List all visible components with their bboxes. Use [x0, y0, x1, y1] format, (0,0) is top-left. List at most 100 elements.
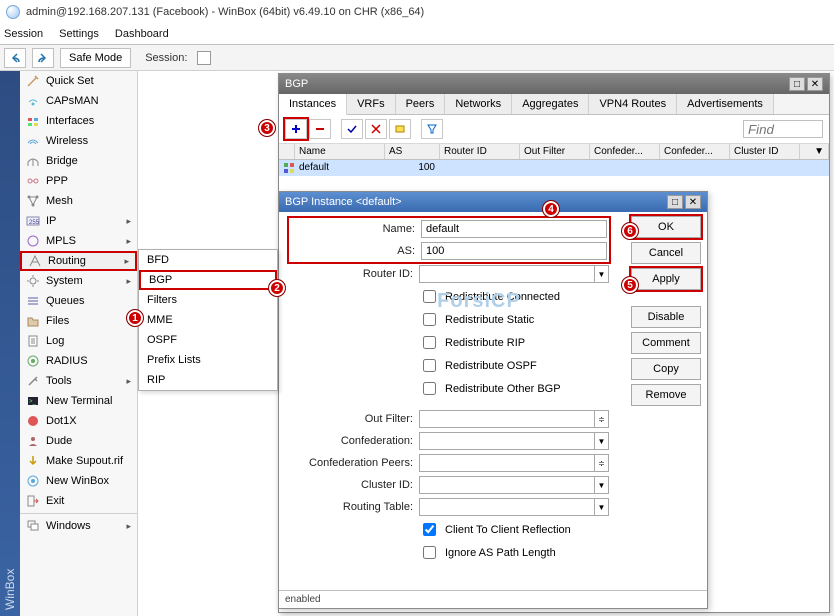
- menu-settings[interactable]: Settings: [59, 28, 99, 40]
- menu-dashboard[interactable]: Dashboard: [115, 28, 169, 40]
- sidebar-item-mesh[interactable]: Mesh: [20, 191, 137, 211]
- col-confed1[interactable]: Confeder...: [590, 144, 660, 159]
- undo-button[interactable]: [4, 48, 26, 68]
- minimize-button[interactable]: □: [667, 195, 683, 209]
- sidebar-item-wireless[interactable]: Wireless: [20, 131, 137, 151]
- tab-advertisements[interactable]: Advertisements: [677, 94, 774, 114]
- sidebar-item-terminal[interactable]: >_New Terminal: [20, 391, 137, 411]
- redist-connected-check[interactable]: [423, 290, 436, 303]
- submenu-rip[interactable]: RIP: [139, 370, 277, 390]
- col-as[interactable]: AS: [385, 144, 440, 159]
- confed-input[interactable]: [419, 432, 595, 450]
- submenu-prefixlists[interactable]: Prefix Lists: [139, 350, 277, 370]
- filter-button[interactable]: [421, 119, 443, 139]
- redist-rip-check[interactable]: [423, 336, 436, 349]
- sidebar-item-files[interactable]: Files: [20, 311, 137, 331]
- redist-other-check[interactable]: [423, 382, 436, 395]
- sidebar-item-mpls[interactable]: MPLS▸: [20, 231, 137, 251]
- menu-session[interactable]: Session: [4, 28, 43, 40]
- redo-button[interactable]: [32, 48, 54, 68]
- sidebar-item-dot1x[interactable]: Dot1X: [20, 411, 137, 431]
- grid-header: Name AS Router ID Out Filter Confeder...…: [279, 144, 829, 160]
- sidebar-item-routing[interactable]: Routing▸: [20, 251, 137, 271]
- sidebar-item-quickset[interactable]: Quick Set: [20, 71, 137, 91]
- disable-button[interactable]: Disable: [631, 306, 701, 328]
- apply-button[interactable]: Apply: [631, 268, 701, 290]
- redist-static-check[interactable]: [423, 313, 436, 326]
- submenu-bgp[interactable]: BGP: [139, 270, 277, 290]
- comment-button[interactable]: Comment: [631, 332, 701, 354]
- tab-vpn4[interactable]: VPN4 Routes: [589, 94, 677, 114]
- ignore-asp-check[interactable]: [423, 546, 436, 559]
- confedpeers-input[interactable]: [419, 454, 595, 472]
- sidebar-item-log[interactable]: Log: [20, 331, 137, 351]
- close-button[interactable]: ✕: [685, 195, 701, 209]
- ok-button[interactable]: OK: [631, 216, 701, 238]
- copy-button[interactable]: Copy: [631, 358, 701, 380]
- as-input[interactable]: [421, 242, 607, 260]
- app-icon: [6, 5, 20, 19]
- sidebar-item-interfaces[interactable]: Interfaces: [20, 111, 137, 131]
- submenu-bfd[interactable]: BFD: [139, 250, 277, 270]
- tab-networks[interactable]: Networks: [445, 94, 512, 114]
- enable-button[interactable]: [341, 119, 363, 139]
- submenu-mme[interactable]: MME: [139, 310, 277, 330]
- dropdown-icon[interactable]: ▼: [595, 432, 609, 450]
- submenu-filters[interactable]: Filters: [139, 290, 277, 310]
- sidebar-item-tools[interactable]: Tools▸: [20, 371, 137, 391]
- outfilter-input[interactable]: [419, 410, 595, 428]
- dropdown-icon[interactable]: ▼: [595, 476, 609, 494]
- annotation-6: 6: [621, 222, 639, 240]
- minimize-button[interactable]: □: [789, 77, 805, 91]
- sidebar-item-bridge[interactable]: Bridge: [20, 151, 137, 171]
- disable-button[interactable]: [365, 119, 387, 139]
- svg-text:255: 255: [29, 220, 40, 226]
- safe-mode-button[interactable]: Safe Mode: [60, 48, 131, 68]
- sidebar-item-radius[interactable]: RADIUS: [20, 351, 137, 371]
- col-outfilter[interactable]: Out Filter: [520, 144, 590, 159]
- dot1x-icon: [26, 414, 40, 428]
- sidebar-item-ppp[interactable]: PPP: [20, 171, 137, 191]
- sidebar-item-dude[interactable]: Dude: [20, 431, 137, 451]
- cancel-button[interactable]: Cancel: [631, 242, 701, 264]
- sidebar-item-system[interactable]: System▸: [20, 271, 137, 291]
- dropdown-icon[interactable]: ≑: [595, 410, 609, 428]
- sidebar-item-capsman[interactable]: CAPsMAN: [20, 91, 137, 111]
- dropdown-icon[interactable]: ≑: [595, 454, 609, 472]
- sidebar-item-queues[interactable]: Queues: [20, 291, 137, 311]
- dropdown-icon[interactable]: ▼: [595, 498, 609, 516]
- c2c-check[interactable]: [423, 523, 436, 536]
- tab-instances[interactable]: Instances: [279, 94, 347, 115]
- col-confed2[interactable]: Confeder...: [660, 144, 730, 159]
- remove-button[interactable]: Remove: [631, 384, 701, 406]
- table-row[interactable]: default 100: [279, 160, 829, 176]
- remove-button[interactable]: [309, 119, 331, 139]
- routerid-input[interactable]: [419, 265, 595, 283]
- sidebar-item-ip[interactable]: 255IP▸: [20, 211, 137, 231]
- redist-ospf-check[interactable]: [423, 359, 436, 372]
- find-input[interactable]: [743, 120, 823, 138]
- submenu-ospf[interactable]: OSPF: [139, 330, 277, 350]
- tab-aggregates[interactable]: Aggregates: [512, 94, 589, 114]
- main-toolbar: Safe Mode Session:: [0, 45, 834, 71]
- name-input[interactable]: [421, 220, 607, 238]
- add-button[interactable]: [285, 119, 307, 139]
- instance-titlebar[interactable]: BGP Instance <default> □ ✕: [279, 192, 707, 212]
- col-routerid[interactable]: Router ID: [440, 144, 520, 159]
- routingtable-input[interactable]: [419, 498, 595, 516]
- tab-vrfs[interactable]: VRFs: [347, 94, 396, 114]
- dropdown-icon[interactable]: ▼: [595, 265, 609, 283]
- sidebar-item-exit[interactable]: Exit: [20, 491, 137, 511]
- col-name[interactable]: Name: [295, 144, 385, 159]
- tab-peers[interactable]: Peers: [396, 94, 446, 114]
- comment-button[interactable]: [389, 119, 411, 139]
- session-box[interactable]: [197, 51, 211, 65]
- name-label: Name:: [291, 223, 415, 235]
- sidebar-item-newwinbox[interactable]: New WinBox: [20, 471, 137, 491]
- clusterid-input[interactable]: [419, 476, 595, 494]
- bgp-window-titlebar[interactable]: BGP □ ✕: [279, 74, 829, 94]
- close-button[interactable]: ✕: [807, 77, 823, 91]
- sidebar-item-windows[interactable]: Windows▸: [20, 516, 137, 536]
- sidebar-item-supout[interactable]: Make Supout.rif: [20, 451, 137, 471]
- col-clusterid[interactable]: Cluster ID: [730, 144, 800, 159]
